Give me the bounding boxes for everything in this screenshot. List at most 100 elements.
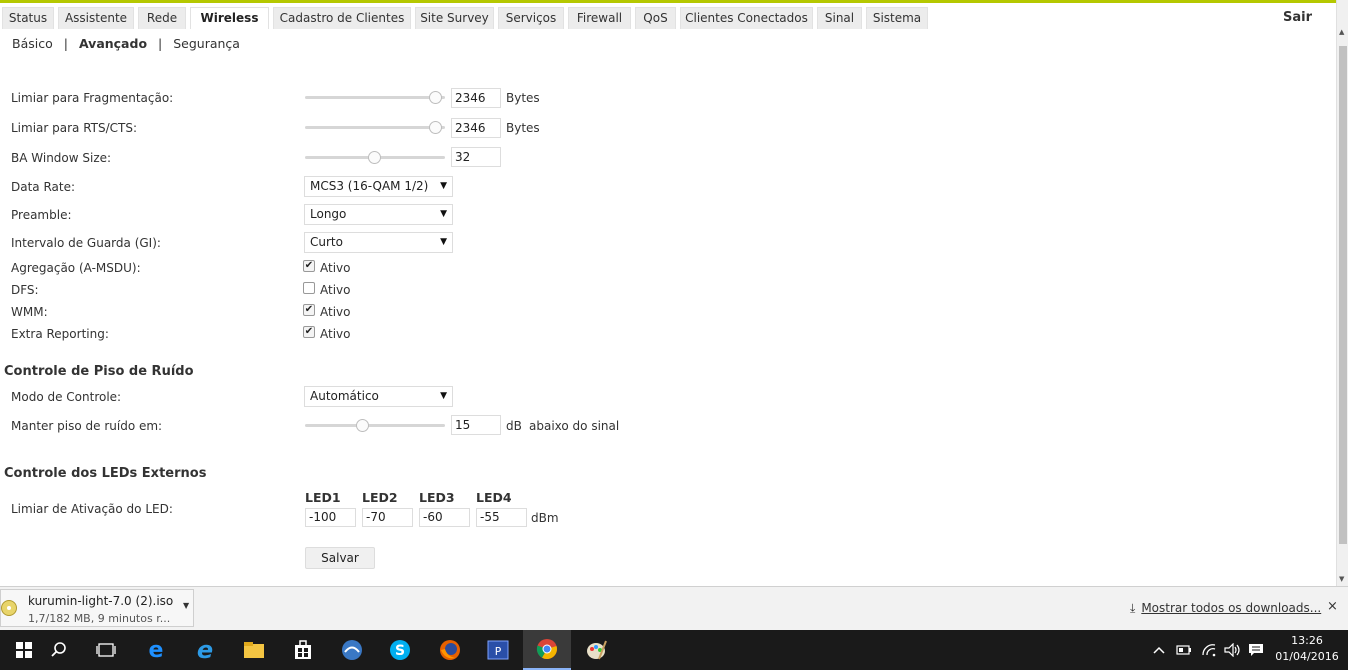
subnav-seguranca[interactable]: Segurança (173, 36, 240, 51)
internet-explorer-icon[interactable]: e (181, 630, 229, 670)
ba-window-slider[interactable] (305, 149, 445, 165)
show-all-downloads-link[interactable]: ⤓ Mostrar todos os downloads... (1130, 601, 1321, 616)
skype-icon[interactable]: S (376, 630, 424, 670)
amsdu-checkbox-label[interactable]: Ativo (320, 261, 350, 275)
guard-interval-select[interactable]: Curto ▼ (304, 232, 453, 253)
led-threshold-label: Limiar de Ativação do LED: (11, 502, 173, 516)
tab-sinal[interactable]: Sinal (817, 7, 862, 29)
led4-input[interactable]: -55 (476, 508, 527, 527)
tab-site-survey[interactable]: Site Survey (415, 7, 494, 29)
tab-cadastro-clientes[interactable]: Cadastro de Clientes (273, 7, 411, 29)
dfs-checkbox-label[interactable]: Ativo (320, 283, 350, 297)
rts-threshold-label: Limiar para RTS/CTS: (11, 121, 138, 135)
store-icon[interactable] (279, 630, 327, 670)
subnav-avancado[interactable]: Avançado (79, 36, 147, 51)
rts-threshold-slider[interactable] (305, 119, 445, 135)
slider-thumb[interactable] (429, 121, 443, 134)
taskbar-clock[interactable]: 13:26 01/04/2016 (1272, 633, 1342, 665)
chevron-down-icon: ▼ (440, 237, 447, 247)
tab-clientes-conectados[interactable]: Clientes Conectados (680, 7, 813, 29)
data-rate-select[interactable]: MCS3 (16-QAM 1/2) ▼ (304, 176, 453, 197)
led1-input[interactable]: -100 (305, 508, 356, 527)
scrollbar-thumb[interactable] (1339, 46, 1347, 544)
wifi-icon[interactable] (1201, 630, 1217, 670)
frag-threshold-slider[interactable] (305, 89, 445, 105)
chevron-down-icon[interactable]: ▼ (183, 601, 189, 610)
amsdu-label: Agregação (A-MSDU): (11, 261, 141, 275)
tab-rede[interactable]: Rede (138, 7, 186, 29)
preamble-select[interactable]: Longo ▼ (304, 204, 453, 225)
chrome-icon[interactable] (523, 630, 571, 670)
wmm-checkbox[interactable]: ✔ (303, 304, 315, 316)
data-rate-label: Data Rate: (11, 180, 76, 194)
scroll-down-icon[interactable]: ▼ (1339, 575, 1344, 583)
tab-sistema[interactable]: Sistema (866, 7, 928, 29)
volume-icon[interactable] (1224, 630, 1242, 670)
slider-thumb[interactable] (429, 91, 443, 104)
noise-floor-slider[interactable] (305, 417, 445, 433)
leds-section-title: Controle dos LEDs Externos (4, 466, 207, 481)
subnav-basico[interactable]: Básico (12, 36, 53, 51)
search-icon[interactable] (35, 630, 83, 670)
control-mode-value: Automático (310, 389, 379, 403)
extra-reporting-checkbox[interactable]: ✔ (303, 326, 315, 338)
clock-time: 13:26 (1291, 634, 1323, 647)
subnav-separator: | (158, 36, 163, 51)
terminal-app-icon[interactable]: P (474, 630, 522, 670)
task-view-icon[interactable] (82, 630, 130, 670)
slider-thumb[interactable] (356, 419, 370, 432)
frag-threshold-input[interactable]: 2346 (451, 88, 501, 108)
slider-thumb[interactable] (367, 151, 381, 164)
accent-bar (0, 0, 1336, 3)
tab-firewall[interactable]: Firewall (568, 7, 631, 29)
chevron-down-icon: ▼ (440, 391, 447, 401)
browser-page: Status Assistente Rede Wireless Cadastro… (0, 0, 1336, 586)
rts-threshold-unit: Bytes (506, 121, 540, 135)
noise-floor-input[interactable]: 15 (451, 415, 501, 435)
wmm-checkbox-label[interactable]: Ativo (320, 305, 350, 319)
led3-input[interactable]: -60 (419, 508, 470, 527)
edge-icon[interactable]: e (132, 630, 180, 670)
notifications-icon[interactable] (1248, 630, 1264, 670)
svg-text:P: P (495, 645, 502, 658)
save-button[interactable]: Salvar (305, 547, 375, 569)
led2-header: LED2 (362, 490, 398, 505)
scroll-up-icon[interactable]: ▲ (1339, 28, 1344, 36)
tab-qos[interactable]: QoS (635, 7, 676, 29)
messenger-icon[interactable] (328, 630, 376, 670)
noise-floor-label: Manter piso de ruído em: (11, 419, 163, 433)
tab-servicos[interactable]: Serviços (498, 7, 564, 29)
tab-wireless[interactable]: Wireless (190, 7, 269, 29)
dfs-checkbox[interactable] (303, 282, 315, 294)
file-explorer-icon[interactable] (230, 630, 278, 670)
tab-status[interactable]: Status (2, 7, 54, 29)
subnav-separator: | (63, 36, 68, 51)
firefox-icon[interactable] (426, 630, 474, 670)
logout-link[interactable]: Sair (1283, 10, 1312, 25)
amsdu-checkbox[interactable]: ✔ (303, 260, 315, 272)
led1-header: LED1 (305, 490, 341, 505)
frag-threshold-label: Limiar para Fragmentação: (11, 91, 174, 105)
rts-threshold-input[interactable]: 2346 (451, 118, 501, 138)
page-scrollbar[interactable]: ▲ ▼ (1336, 0, 1348, 586)
dfs-label: DFS: (11, 283, 39, 297)
led2-input[interactable]: -70 (362, 508, 413, 527)
close-icon[interactable]: × (1327, 599, 1338, 614)
chevron-down-icon: ▼ (440, 181, 447, 191)
download-item[interactable]: kurumin-light-7.0 (2).iso 1,7/182 MB, 9 … (0, 589, 194, 627)
taskbar: e e S P 13:26 01/04/2016 (0, 630, 1348, 670)
paint-icon[interactable] (572, 630, 620, 670)
guard-interval-value: Curto (310, 235, 343, 249)
extra-reporting-checkbox-label[interactable]: Ativo (320, 327, 350, 341)
battery-icon[interactable] (1176, 630, 1192, 670)
download-status: 1,7/182 MB, 9 minutos r... (28, 612, 171, 625)
control-mode-select[interactable]: Automático ▼ (304, 386, 453, 407)
ba-window-input[interactable]: 32 (451, 147, 501, 167)
tab-assistente[interactable]: Assistente (58, 7, 134, 29)
download-bar: kurumin-light-7.0 (2).iso 1,7/182 MB, 9 … (0, 586, 1348, 630)
data-rate-value: MCS3 (16-QAM 1/2) (310, 179, 429, 193)
ba-window-label: BA Window Size: (11, 151, 112, 165)
noise-floor-unit: dB (506, 419, 522, 433)
show-hidden-icons[interactable] (1152, 630, 1166, 670)
show-all-downloads-label: Mostrar todos os downloads... (1141, 601, 1322, 615)
